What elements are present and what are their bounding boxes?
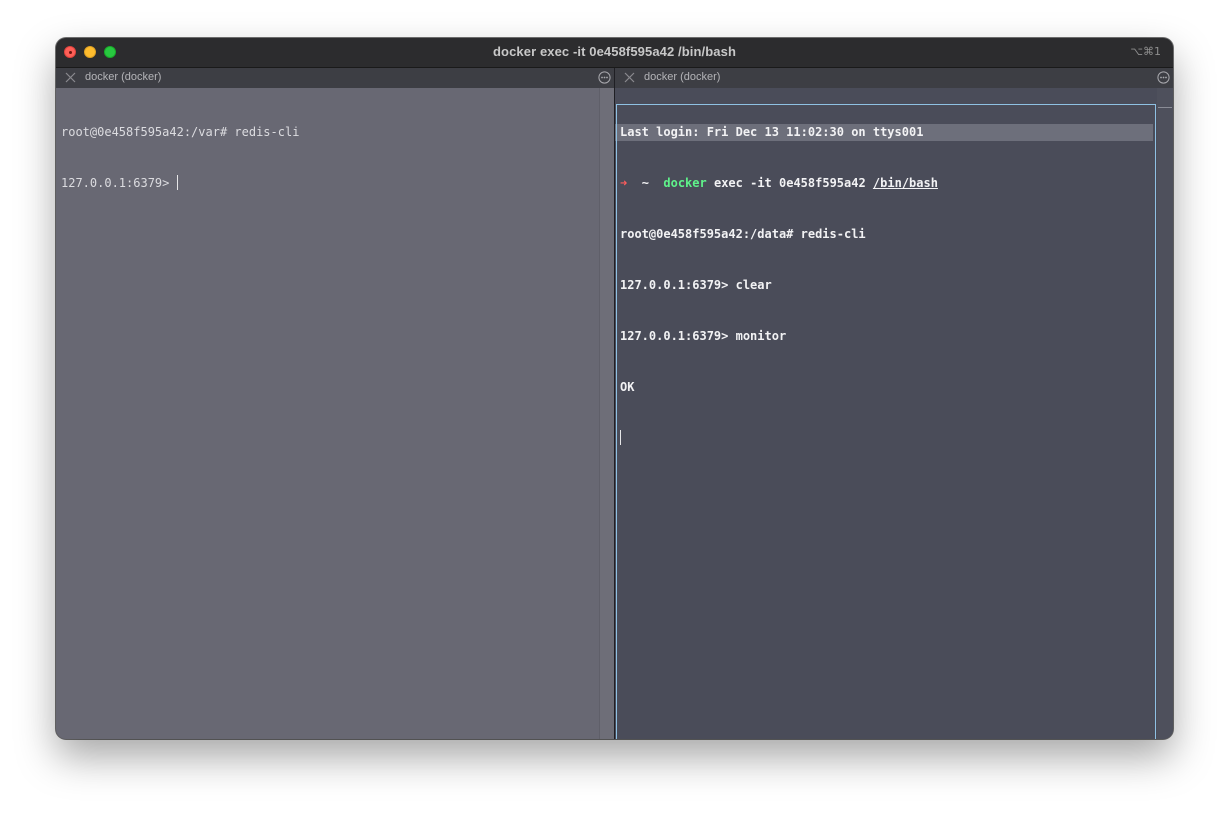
window-shortcut: ⌥⌘1 [1130, 45, 1161, 58]
scrollbar[interactable] [1157, 88, 1173, 739]
ellipsis-circle-icon[interactable] [598, 71, 611, 84]
title-bar[interactable]: docker exec -it 0e458f595a42 /bin/bash ⌥… [56, 38, 1173, 68]
window-title: docker exec -it 0e458f595a42 /bin/bash [493, 44, 736, 59]
tab-label: docker (docker) [644, 71, 721, 83]
scroll-marker [1158, 107, 1172, 108]
text-cursor [176, 175, 178, 190]
tab-right[interactable]: docker (docker) [615, 68, 1173, 88]
terminal-pane-left[interactable]: root@0e458f595a42:/var# redis-cli 127.0.… [56, 88, 614, 739]
terminal-line: 127.0.0.1:6379> [61, 175, 299, 192]
scrollbar[interactable] [599, 88, 614, 739]
terminal-line: root@0e458f595a42:/var# redis-cli [61, 125, 300, 139]
tab-label: docker (docker) [85, 71, 162, 83]
tab-left[interactable]: docker (docker) [56, 68, 614, 88]
ellipsis-circle-icon[interactable] [1157, 71, 1170, 84]
terminal-window: docker exec -it 0e458f595a42 /bin/bash ⌥… [56, 38, 1173, 739]
focus-frame [616, 104, 1156, 739]
terminal-output: root@0e458f595a42:/var# redis-cli 127.0.… [61, 90, 299, 226]
terminal-pane-right[interactable]: Last login: Fri Dec 13 11:02:30 on ttys0… [615, 88, 1173, 739]
close-icon[interactable] [623, 71, 636, 84]
close-icon[interactable] [64, 71, 77, 84]
redis-prompt: 127.0.0.1:6379> [61, 176, 177, 190]
